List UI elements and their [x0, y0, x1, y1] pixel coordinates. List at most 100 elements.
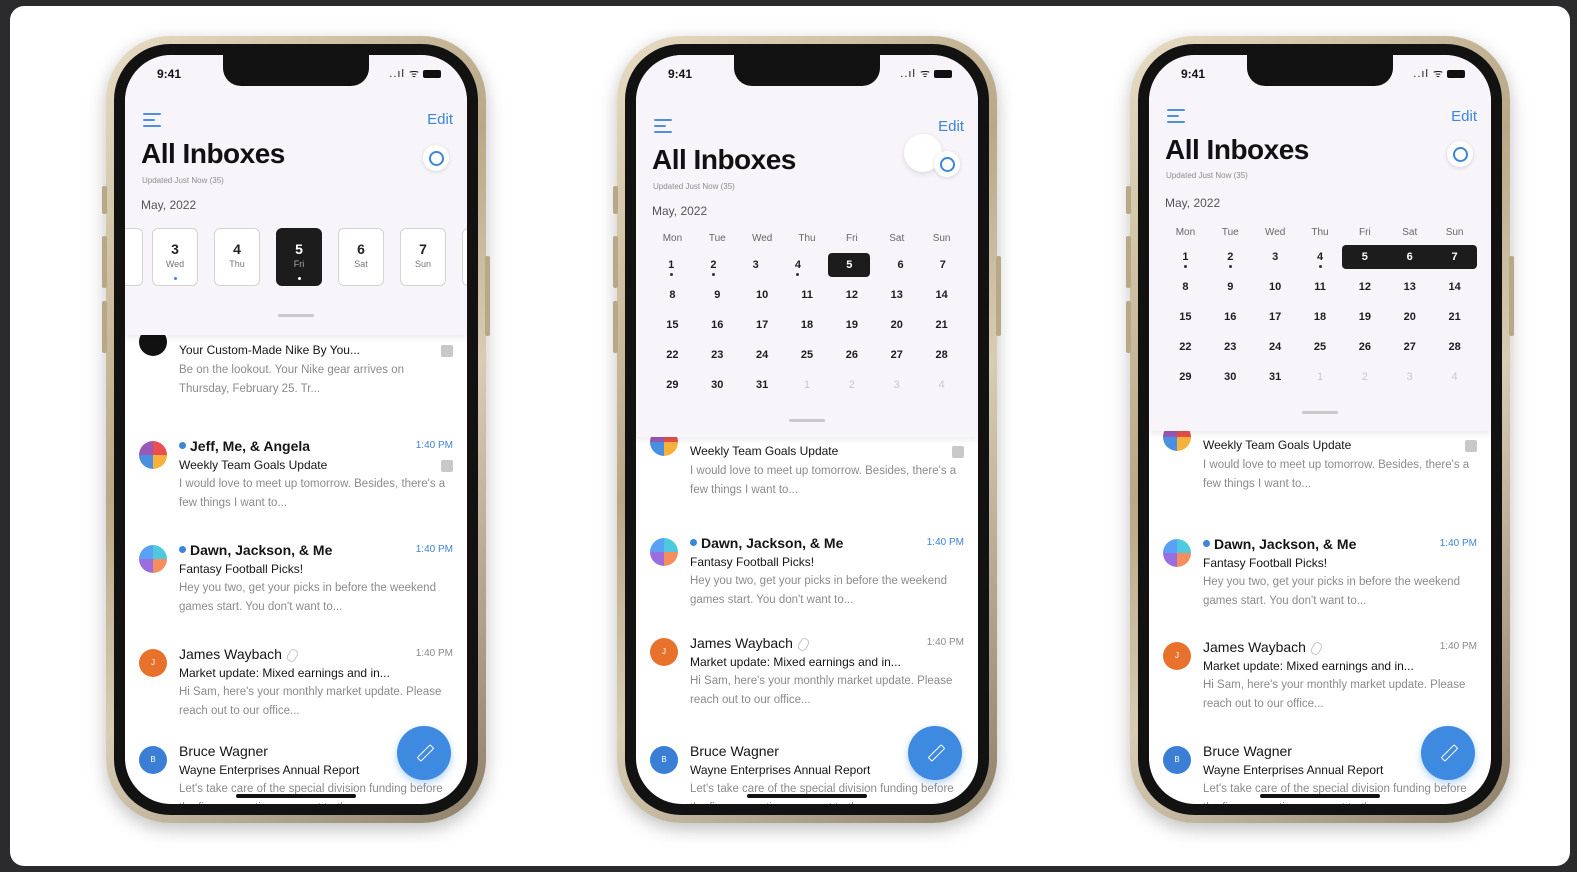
edit-button[interactable]: Edit [1451, 108, 1477, 125]
calendar-day[interactable]: 11 [1298, 275, 1343, 299]
calendar-day-next-month[interactable]: 2 [1342, 365, 1387, 389]
calendar-day[interactable]: 27 [874, 343, 919, 367]
calendar-day[interactable]: 1 [1163, 245, 1208, 269]
calendar-day[interactable]: 4 [777, 253, 819, 277]
calendar-day[interactable]: 2 [1208, 245, 1253, 269]
email-row[interactable]: Weekly Team Goals Update I would love to… [636, 428, 978, 536]
day-chip-selected[interactable]: 5 Fri [276, 228, 322, 286]
compose-button[interactable] [1421, 726, 1475, 780]
calendar-day[interactable]: 18 [1298, 305, 1343, 329]
drag-handle[interactable] [789, 419, 825, 422]
calendar-day[interactable]: 4 [1298, 245, 1343, 269]
calendar-day[interactable]: 15 [650, 313, 695, 337]
calendar-day[interactable]: 9 [695, 283, 740, 307]
email-row[interactable]: Your Custom-Made Nike By You... Be on th… [125, 328, 467, 416]
calendar-day[interactable]: 31 [740, 373, 785, 397]
calendar-day[interactable]: 8 [1163, 275, 1208, 299]
email-row[interactable]: Weekly Team Goals Update I would love to… [1149, 423, 1491, 529]
calendar-day-next-month[interactable]: 3 [874, 373, 919, 397]
sync-button[interactable] [934, 151, 960, 177]
hamburger-icon[interactable] [1167, 109, 1185, 127]
calendar-day[interactable]: 21 [919, 313, 964, 337]
sync-button[interactable] [423, 145, 449, 171]
calendar-day[interactable]: 24 [1253, 335, 1298, 359]
compose-button[interactable] [908, 726, 962, 780]
calendar-day[interactable]: 11 [785, 283, 830, 307]
calendar-day[interactable]: 29 [1163, 365, 1208, 389]
email-row[interactable]: J James Waybach 1:40 PM Market update: M… [1149, 639, 1491, 735]
calendar-day[interactable]: 31 [1253, 365, 1298, 389]
calendar-day[interactable]: 23 [1208, 335, 1253, 359]
calendar-day[interactable]: 30 [695, 373, 740, 397]
calendar-day-next-month[interactable]: 1 [1298, 365, 1343, 389]
hamburger-icon[interactable] [654, 119, 672, 137]
calendar-day[interactable]: 27 [1387, 335, 1432, 359]
sync-button[interactable] [1447, 141, 1473, 167]
email-row[interactable]: J James Waybach 1:40 PM Market update: M… [636, 635, 978, 731]
calendar-day[interactable]: 21 [1432, 305, 1477, 329]
calendar-day[interactable]: 7 [922, 253, 964, 277]
calendar-day[interactable]: 19 [829, 313, 874, 337]
calendar-day[interactable]: 9 [1208, 275, 1253, 299]
day-chip[interactable]: 4 Thu [214, 228, 260, 286]
calendar-day[interactable]: 30 [1208, 365, 1253, 389]
calendar-day-next-month[interactable]: 4 [919, 373, 964, 397]
calendar-day[interactable]: 16 [695, 313, 740, 337]
calendar-day[interactable]: 15 [1163, 305, 1208, 329]
calendar-day[interactable]: 20 [1387, 305, 1432, 329]
edit-button[interactable]: Edit [938, 118, 964, 135]
calendar-day[interactable]: 6 [879, 253, 921, 277]
calendar-day[interactable]: 13 [1387, 275, 1432, 299]
calendar-day[interactable]: 12 [1342, 275, 1387, 299]
calendar-day[interactable]: 14 [1432, 275, 1477, 299]
calendar-day[interactable]: 23 [695, 343, 740, 367]
hamburger-icon[interactable] [143, 113, 161, 131]
calendar-day[interactable]: 12 [829, 283, 874, 307]
calendar-day[interactable]: 22 [1163, 335, 1208, 359]
calendar-day[interactable]: 18 [785, 313, 830, 337]
calendar-day[interactable]: 10 [740, 283, 785, 307]
calendar-day-selected[interactable]: 5 [828, 253, 871, 277]
calendar-day[interactable]: 28 [1432, 335, 1477, 359]
calendar-range-day[interactable]: 6 [1387, 245, 1433, 269]
email-row[interactable]: Dawn, Jackson, & Me 1:40 PM Fantasy Foot… [1149, 536, 1491, 632]
calendar-day[interactable]: 17 [740, 313, 785, 337]
calendar-day[interactable]: 19 [1342, 305, 1387, 329]
calendar-day[interactable]: 24 [740, 343, 785, 367]
calendar-day-next-month[interactable]: 2 [829, 373, 874, 397]
calendar-day[interactable]: 25 [785, 343, 830, 367]
calendar-day[interactable]: 14 [919, 283, 964, 307]
edit-button[interactable]: Edit [427, 111, 453, 128]
email-row[interactable]: Jeff, Me, & Angela 1:40 PM Weekly Team G… [125, 438, 467, 534]
calendar-day[interactable]: 1 [650, 253, 692, 277]
calendar-day[interactable]: 28 [919, 343, 964, 367]
calendar-day[interactable]: 26 [1342, 335, 1387, 359]
calendar-day[interactable]: 2 [692, 253, 734, 277]
calendar-day-next-month[interactable]: 4 [1432, 365, 1477, 389]
calendar-day[interactable]: 22 [650, 343, 695, 367]
calendar-day[interactable]: 3 [735, 253, 777, 277]
day-chip[interactable]: 6 Sat [338, 228, 384, 286]
calendar-day[interactable]: 29 [650, 373, 695, 397]
drag-handle[interactable] [1302, 411, 1338, 414]
compose-button[interactable] [397, 726, 451, 780]
calendar-day-next-month[interactable]: 1 [785, 373, 830, 397]
day-chip-partial[interactable] [125, 228, 143, 286]
day-chip[interactable]: 7 Sun [400, 228, 446, 286]
email-row[interactable]: Dawn, Jackson, & Me 1:40 PM Fantasy Foot… [636, 535, 978, 631]
email-row[interactable]: Dawn, Jackson, & Me 1:40 PM Fantasy Foot… [125, 542, 467, 638]
calendar-day[interactable]: 13 [874, 283, 919, 307]
calendar-day[interactable]: 8 [650, 283, 695, 307]
calendar-range-end[interactable]: 7 [1432, 245, 1478, 269]
calendar-day[interactable]: 20 [874, 313, 919, 337]
calendar-day[interactable]: 17 [1253, 305, 1298, 329]
calendar-range-start[interactable]: 5 [1342, 245, 1388, 269]
day-chip-partial[interactable] [462, 228, 467, 286]
calendar-day[interactable]: 26 [829, 343, 874, 367]
calendar-day[interactable]: 16 [1208, 305, 1253, 329]
calendar-day-next-month[interactable]: 3 [1387, 365, 1432, 389]
day-chip[interactable]: 3 Wed [152, 228, 198, 286]
drag-handle[interactable] [278, 314, 314, 317]
calendar-day[interactable]: 10 [1253, 275, 1298, 299]
calendar-day[interactable]: 3 [1253, 245, 1298, 269]
